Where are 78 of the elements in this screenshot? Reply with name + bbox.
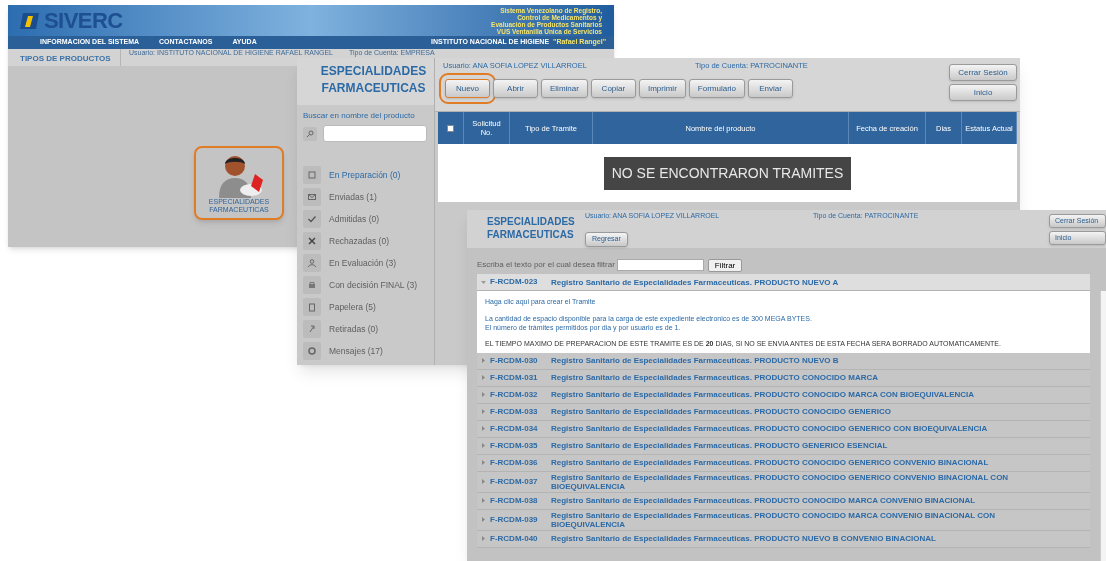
logo-icon — [20, 11, 40, 30]
toolbar-button[interactable]: Enviar — [748, 79, 794, 98]
expand-icon[interactable] — [481, 358, 486, 363]
folder-link[interactable]: Retiradas (0) — [329, 322, 379, 336]
tramite-header[interactable]: F-RCDM-023 Registro Sanitario de Especialidades Farmaceuticas. PRODUCTO NUEVO A — [477, 274, 1090, 291]
toolbar-button[interactable]: Imprimir — [638, 79, 686, 98]
expand-icon[interactable] — [481, 279, 486, 285]
expand-icon[interactable] — [481, 517, 486, 522]
section-title: ESPECIALIDADES FARMACEUTICAS — [297, 58, 434, 105]
tramite-code: F-RCDM-033 — [490, 405, 539, 418]
expand-icon[interactable] — [481, 479, 486, 484]
folder-link[interactable]: Admitidas (0) — [329, 212, 380, 226]
x-icon — [303, 232, 321, 250]
toolbar-button[interactable]: Copiar — [590, 79, 636, 98]
tramite-name: Registro Sanitario de Especialidades Farmaceuticas. PRODUCTO CONOCIDO GENERICO CON BIOEQUIVALENCIA — [551, 424, 989, 433]
filter-button[interactable]: Filtrar — [707, 258, 743, 272]
tramite-code: F-RCDM-030 — [490, 354, 539, 367]
expand-icon[interactable] — [481, 426, 486, 431]
tramite-code: F-RCDM-036 — [490, 456, 539, 469]
tramite-name: Registro Sanitario de Especialidades Farmaceuticas. PRODUCTO CONOCIDO MARCA CON BIOEQUIVALENCIA — [551, 390, 976, 399]
person-icon — [303, 254, 321, 272]
tramite-header[interactable]: F-RCDM-039 Registro Sanitario de Especialidades Farmaceuticas. PRODUCTO CONOCIDO MARCA CONVENIO BINACIONAL CON BIOEQUIVALENCIA — [477, 509, 1090, 531]
tramite-name: Registro Sanitario de Especialidades Farmaceuticas. PRODUCTO NUEVO B — [551, 356, 840, 365]
tramite-name: Registro Sanitario de Especialidades Farmaceuticas. PRODUCTO CONOCIDO GENERICO — [551, 407, 892, 416]
expand-icon[interactable] — [481, 409, 486, 414]
tramite-code: F-RCDM-023 — [490, 276, 539, 288]
tramite-code: F-RCDM-032 — [490, 388, 539, 401]
toolbar-button[interactable]: Eliminar — [541, 79, 588, 98]
tramite-name: Registro Sanitario de Especialidades Farmaceuticas. PRODUCTO NUEVO B CONVENIO BINACIONAL — [551, 534, 937, 543]
scrollbar[interactable] — [1100, 291, 1106, 561]
tramite-name: Registro Sanitario de Especialidades Farmaceuticas. PRODUCTO CONOCIDO GENERICO CONVENIO BINACIONAL — [551, 458, 990, 467]
tramite-name: Registro Sanitario de Especialidades Farmaceuticas. PRODUCTO CONOCIDO MARCA CONVENIO BINACIONAL — [551, 496, 977, 505]
tramite-name: Registro Sanitario de Especialidades Farmaceuticas. PRODUCTO CONOCIDO MARCA CONVENIO BINACIONAL CON BIOEQUIVALENCIA — [551, 510, 996, 529]
session-button[interactable]: Cerrar Sesión — [949, 64, 1017, 81]
search-field[interactable] — [323, 125, 427, 142]
trash-icon — [303, 298, 321, 316]
tramite-code: F-RCDM-037 — [490, 475, 539, 488]
search-icon[interactable] — [303, 126, 317, 141]
folder-link[interactable]: Rechazadas (0) — [329, 234, 389, 248]
filter-label: Escriba el texto por el cual desea filtrar — [477, 259, 615, 271]
select-all-checkbox[interactable] — [447, 124, 454, 132]
expand-icon[interactable] — [481, 498, 486, 503]
toolbar-button[interactable]: Abrir — [493, 79, 538, 98]
expand-icon[interactable] — [481, 443, 486, 448]
tramite-header[interactable]: F-RCDM-037 Registro Sanitario de Especialidades Farmaceuticas. PRODUCTO CONOCIDO GENERICO CONVENIO BINACIONAL CON BIOEQUIVALENCIA — [477, 471, 1090, 493]
tramite-code: F-RCDM-035 — [490, 439, 539, 452]
tramite-code: F-RCDM-034 — [490, 422, 539, 435]
search-label: Buscar en nombre del producto — [302, 110, 416, 122]
lock-icon — [303, 276, 321, 294]
tray-icon — [303, 166, 321, 184]
folder-link[interactable]: Papelera (5) — [329, 300, 376, 314]
tramite-code: F-RCDM-040 — [490, 532, 539, 545]
tramite-code: F-RCDM-038 — [490, 494, 539, 507]
folder-link[interactable]: En Preparación (0) — [329, 168, 401, 182]
gear-icon — [303, 342, 321, 360]
tramite-code: F-RCDM-031 — [490, 371, 539, 384]
check-icon — [303, 210, 321, 228]
tramite-name: Registro Sanitario de Especialidades Farmaceuticas. PRODUCTO CONOCIDO GENERICO CONVENIO BINACIONAL CON BIOEQUIVALENCIA — [551, 472, 1010, 491]
logo-text: SIVERC — [44, 9, 123, 32]
expand-icon[interactable] — [481, 375, 486, 380]
tramite-name: Registro Sanitario de Especialidades Farmaceuticas. PRODUCTO CONOCIDO MARCA — [551, 373, 880, 382]
session-button[interactable]: Inicio — [949, 84, 1017, 101]
envelope-icon — [303, 188, 321, 206]
section-title: TIPOS DE PRODUCTOS — [8, 49, 121, 66]
tramite-name: Registro Sanitario de Especialidades Farmaceuticas. PRODUCTO GENERICO ESENCIAL — [551, 441, 889, 450]
folder-link[interactable]: Enviadas (1) — [329, 190, 377, 204]
filter-field[interactable] — [616, 259, 704, 271]
tramite-name: Registro Sanitario de Especialidades Farmaceuticas. PRODUCTO NUEVO A — [551, 277, 840, 287]
section-title: ESPECIALIDADES FARMACEUTICAS — [486, 215, 576, 242]
folder-link[interactable]: En Evaluación (3) — [329, 256, 397, 270]
folder-link[interactable]: Con decisión FINAL (3) — [329, 278, 418, 292]
toolbar-button[interactable]: Formulario — [688, 79, 746, 98]
folder-link[interactable]: Mensajes (17) — [329, 344, 383, 358]
expand-icon[interactable] — [481, 392, 486, 397]
tramite-code: F-RCDM-039 — [490, 513, 539, 526]
empty-message: NO SE ENCONTRARON TRAMITES — [603, 156, 852, 190]
expand-icon[interactable] — [481, 536, 486, 541]
expand-icon[interactable] — [481, 460, 486, 465]
